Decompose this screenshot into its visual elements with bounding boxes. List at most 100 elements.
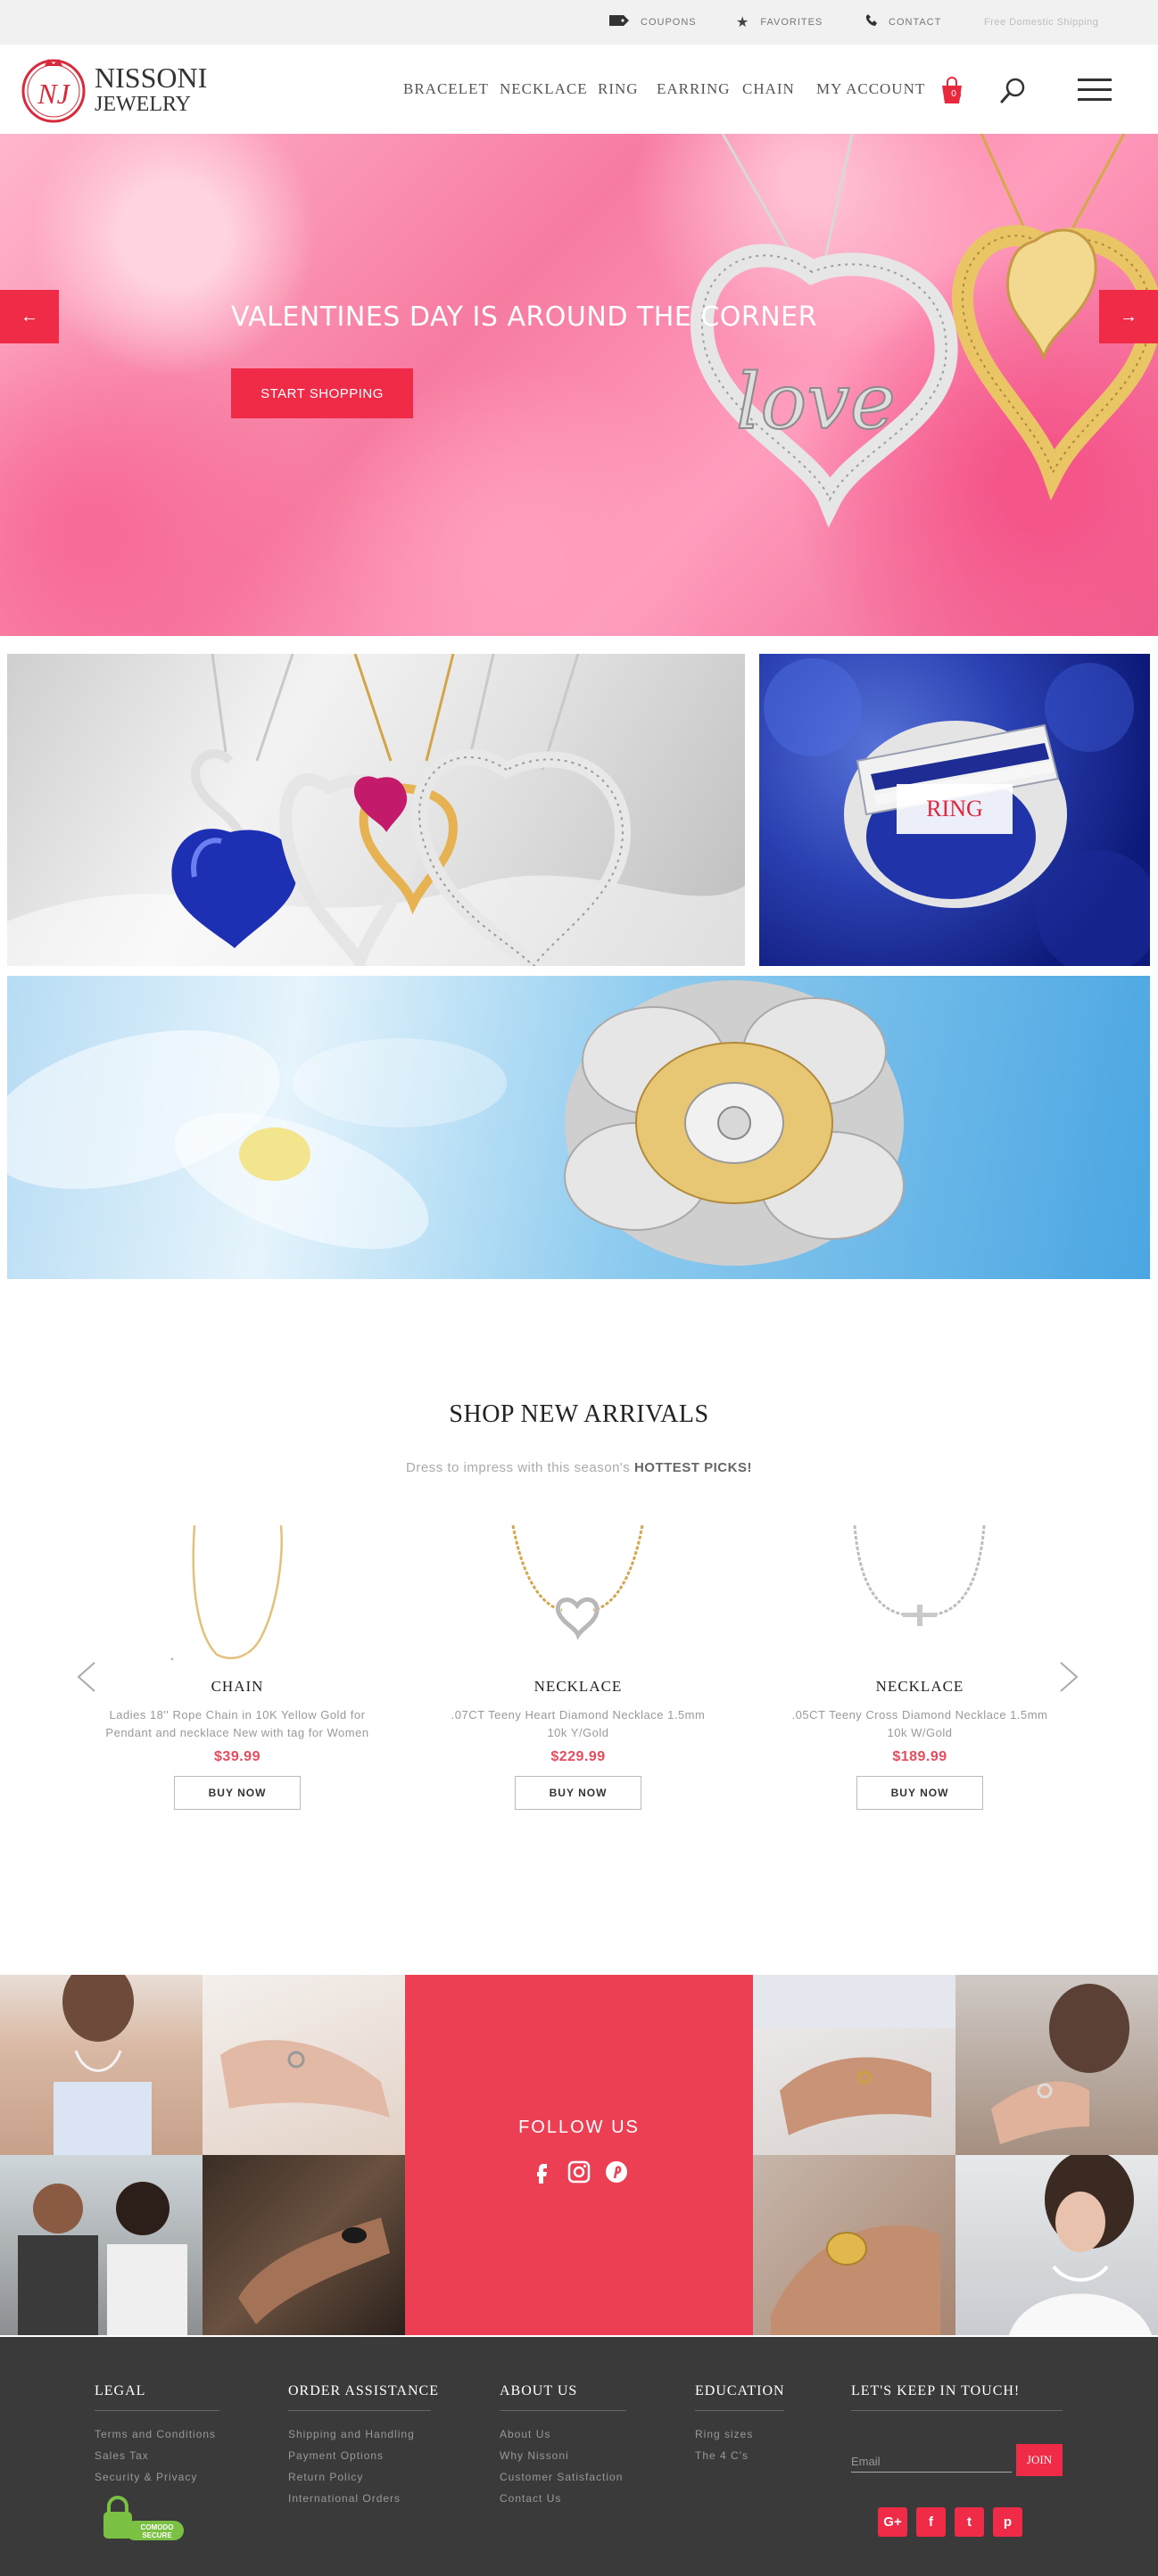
brand-name: NISSONI JEWELRY — [95, 63, 207, 115]
heart-pendants-image: love — [690, 134, 1158, 528]
gallery-photo[interactable] — [753, 1975, 955, 2155]
star-icon: ★ — [736, 15, 750, 30]
product-price: $229.99 — [550, 1749, 606, 1764]
buy-now-button[interactable]: BUY NOW — [856, 1776, 983, 1810]
instagram-icon[interactable] — [567, 2160, 591, 2184]
buy-now-button[interactable]: BUY NOW — [515, 1776, 641, 1810]
hamburger-icon — [1078, 78, 1112, 81]
search-icon — [1000, 78, 1025, 103]
footer-col-education: EDUCATION Ring sizes The 4 C's — [695, 2383, 784, 2466]
footer-link[interactable]: Ring sizes — [695, 2423, 784, 2445]
twitter-icon: t — [967, 2514, 972, 2530]
footer-link[interactable]: Contact Us — [500, 2488, 626, 2509]
gallery-photo[interactable] — [0, 2155, 203, 2335]
gallery-photo[interactable] — [0, 1975, 203, 2155]
gallery-photo[interactable] — [753, 2155, 955, 2335]
brand-line2: JEWELRY — [95, 93, 191, 116]
search-button[interactable] — [999, 76, 1028, 104]
footer-link[interactable]: Security & Privacy — [95, 2466, 219, 2488]
svg-text:NJ: NJ — [37, 78, 70, 110]
product-image[interactable] — [783, 1521, 1056, 1672]
arrivals-prev-button[interactable] — [73, 1659, 100, 1695]
join-button[interactable]: JOIN — [1016, 2444, 1063, 2476]
follow-us-panel: FOLLOW US — [405, 1975, 753, 2335]
arrivals-title: SHOP NEW ARRIVALS — [449, 1400, 709, 1428]
logo-emblem: NJ — [18, 54, 89, 125]
tag-icon — [608, 14, 630, 31]
top-utility-bar: COUPONS ★ FAVORITES CONTACT Free Domesti… — [0, 0, 1158, 45]
pinterest-button[interactable]: p — [993, 2507, 1022, 2537]
nav-earring[interactable]: EARRING — [657, 80, 731, 98]
facebook-icon[interactable] — [530, 2160, 553, 2184]
twitter-button[interactable]: t — [955, 2507, 984, 2537]
contact-link[interactable]: CONTACT — [865, 0, 941, 45]
product-category: CHAIN — [211, 1678, 264, 1695]
email-input[interactable]: Email — [851, 2451, 1012, 2473]
footer-link[interactable]: Sales Tax — [95, 2445, 219, 2466]
comodo-line1: COMODO — [141, 2523, 174, 2531]
cart-button[interactable]: 0 — [939, 75, 965, 105]
product-name[interactable]: .05CT Teeny Cross Diamond Necklace 1.5mm… — [786, 1706, 1054, 1742]
product-category: NECKLACE — [534, 1678, 623, 1695]
product-category: NECKLACE — [875, 1678, 964, 1695]
product-image[interactable] — [101, 1521, 374, 1672]
comodo-secure-badge: COMODO SECURE — [100, 2494, 189, 2544]
menu-button[interactable] — [1078, 77, 1112, 102]
nav-ring[interactable]: RING — [598, 80, 639, 98]
nav-my-account[interactable]: MY ACCOUNT — [816, 80, 925, 98]
nav-bracelet[interactable]: BRACELET — [403, 80, 489, 98]
footer-link[interactable]: Payment Options — [288, 2445, 431, 2466]
footer-col-about: ABOUT US About Us Why Nissoni Customer S… — [500, 2383, 626, 2509]
product-card: NECKLACE .07CT Teeny Heart Diamond Neckl… — [442, 1521, 715, 1810]
coupons-label: COUPONS — [641, 17, 697, 28]
nav-necklace[interactable]: NECKLACE — [500, 80, 588, 98]
instagram-gallery: FOLLOW US — [0, 1975, 1158, 2335]
gallery-photo[interactable] — [203, 1975, 405, 2155]
favorites-link[interactable]: ★ FAVORITES — [736, 0, 823, 45]
start-shopping-button[interactable]: START SHOPPING — [231, 368, 413, 418]
product-image[interactable] — [442, 1521, 715, 1672]
gallery-photo[interactable] — [955, 1975, 1158, 2155]
promo-flower-ring-tile[interactable] — [7, 976, 1150, 1279]
footer-heading: ORDER ASSISTANCE — [288, 2383, 438, 2411]
site-header: NJ NISSONI JEWELRY BRACELET NECKLACE RIN… — [0, 45, 1158, 134]
google-plus-icon: G+ — [883, 2514, 902, 2530]
brand-line1: NISSONI — [95, 62, 208, 94]
facebook-button[interactable]: f — [916, 2507, 946, 2537]
footer-link[interactable]: Return Policy — [288, 2466, 431, 2488]
product-price: $39.99 — [214, 1749, 261, 1764]
product-card: NECKLACE .05CT Teeny Cross Diamond Neckl… — [783, 1521, 1056, 1810]
buy-now-button[interactable]: BUY NOW — [174, 1776, 301, 1810]
google-plus-button[interactable]: G+ — [878, 2507, 907, 2537]
product-name[interactable]: .07CT Teeny Heart Diamond Necklace 1.5mm… — [444, 1706, 712, 1742]
coupons-link[interactable]: COUPONS — [608, 0, 697, 45]
flower-ring-image — [7, 980, 905, 1266]
arrivals-next-button[interactable] — [1055, 1659, 1082, 1695]
nav-chain[interactable]: CHAIN — [742, 80, 795, 98]
gallery-photo[interactable] — [955, 2155, 1158, 2335]
gallery-photo[interactable] — [203, 2155, 405, 2335]
promo-hearts-tile[interactable] — [7, 654, 745, 966]
footer-link[interactable]: The 4 C's — [695, 2445, 784, 2466]
product-name[interactable]: Ladies 18'' Rope Chain in 10K Yellow Gol… — [103, 1706, 371, 1742]
footer-link[interactable]: Why Nissoni — [500, 2445, 626, 2466]
promo-ring-tile[interactable]: RING — [759, 654, 1150, 966]
pinterest-icon[interactable] — [605, 2160, 628, 2184]
rope-chain-image — [170, 1524, 283, 1661]
logo[interactable]: NJ NISSONI JEWELRY — [18, 54, 210, 125]
footer-link[interactable]: Customer Satisfaction — [500, 2466, 626, 2488]
footer-link[interactable]: International Orders — [288, 2488, 431, 2509]
follow-us-text: FOLLOW US — [518, 2118, 640, 2137]
hero-prev-button[interactable]: ← — [0, 290, 59, 343]
footer-link[interactable]: About Us — [500, 2423, 626, 2445]
footer-link[interactable]: Terms and Conditions — [95, 2423, 219, 2445]
product-price: $189.99 — [892, 1749, 947, 1764]
product-card: CHAIN Ladies 18'' Rope Chain in 10K Yell… — [101, 1521, 374, 1810]
facebook-icon: f — [929, 2514, 933, 2530]
chevron-right-icon — [1060, 1662, 1079, 1692]
pinterest-icon: p — [1003, 2514, 1013, 2530]
footer-heading: LET'S KEEP IN TOUCH! — [851, 2383, 1063, 2411]
heart-necklace-image — [511, 1524, 644, 1640]
footer-link[interactable]: Shipping and Handling — [288, 2423, 431, 2445]
hero-next-button[interactable]: → — [1099, 290, 1158, 343]
